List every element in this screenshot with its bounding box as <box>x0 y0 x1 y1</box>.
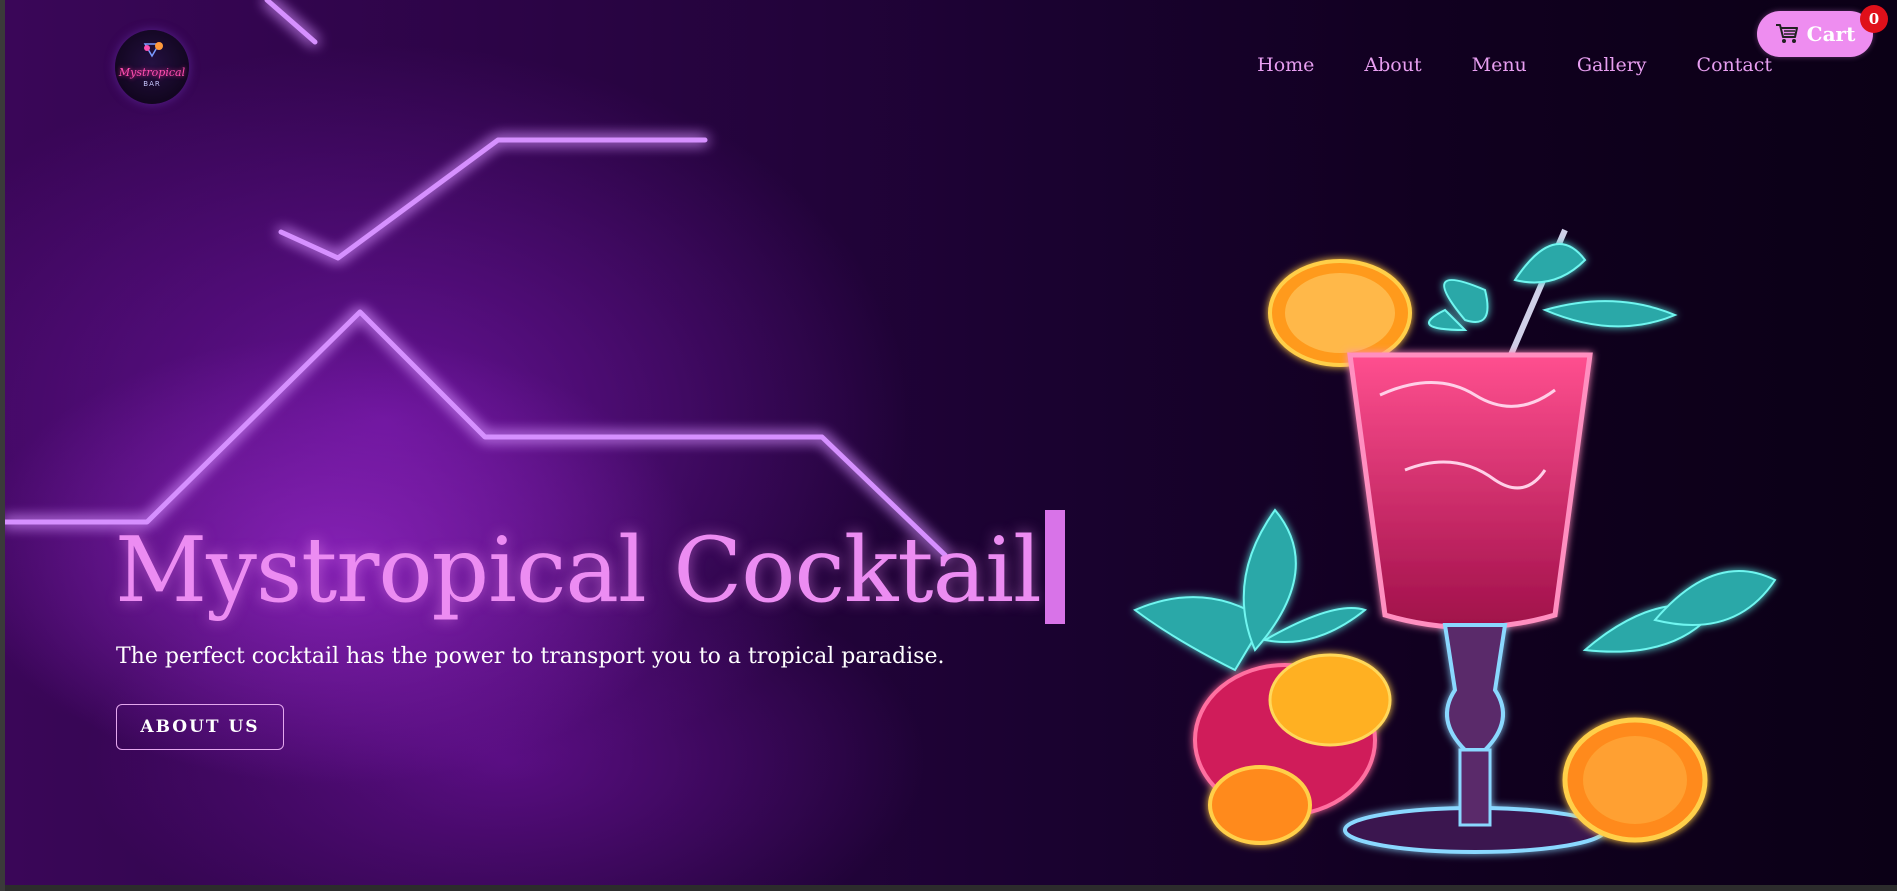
hero-title-wrap: Mystropical Cocktail <box>115 510 1065 624</box>
neon-cocktail-image <box>1133 228 1777 854</box>
main-nav: Home About Menu Gallery Contact <box>1257 54 1772 76</box>
about-us-button[interactable]: ABOUT US <box>116 704 284 750</box>
typing-caret <box>1044 510 1065 624</box>
hero-title: Mystropical Cocktail <box>115 518 1042 623</box>
cart-button[interactable]: Cart 0 <box>1757 5 1888 57</box>
cart-icon <box>1775 24 1798 43</box>
logo-text: Mystropical <box>118 66 186 79</box>
hero-subtitle: The perfect cocktail has the power to tr… <box>116 644 945 669</box>
cart-count-badge: 0 <box>1860 5 1888 33</box>
logo-subtext: BAR <box>143 80 161 88</box>
nav-gallery[interactable]: Gallery <box>1577 54 1647 76</box>
bar-logo[interactable]: Mystropical BAR <box>115 30 189 104</box>
cart-label: Cart <box>1806 22 1856 46</box>
nav-about[interactable]: About <box>1364 54 1421 76</box>
hero-section: Mystropical BAR Home About Menu Gallery … <box>5 0 1897 891</box>
nav-menu[interactable]: Menu <box>1472 54 1527 76</box>
nav-home[interactable]: Home <box>1257 54 1314 76</box>
nav-contact[interactable]: Contact <box>1697 54 1772 76</box>
